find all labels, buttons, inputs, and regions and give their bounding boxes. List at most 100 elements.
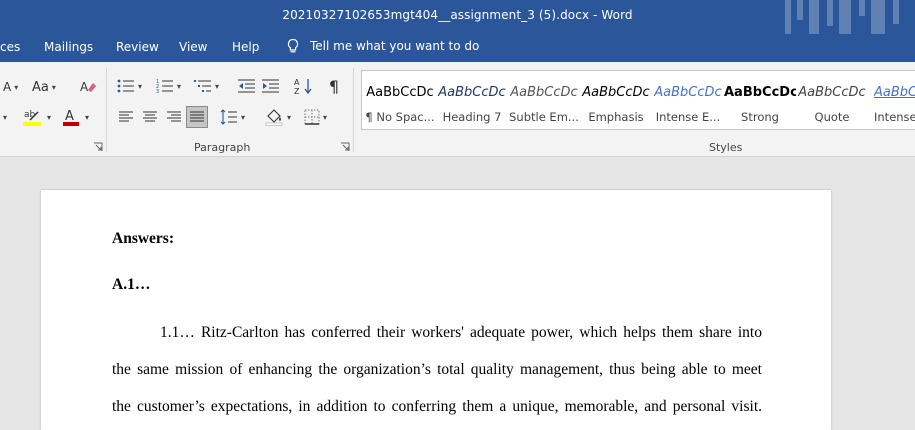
borders-button[interactable]: ▾ (304, 108, 327, 126)
style-sample: AaBbCcDc (582, 85, 650, 100)
chevron-down-icon: ▾ (323, 112, 328, 122)
svg-text:3: 3 (156, 89, 159, 94)
change-case-button[interactable]: Aa ▾ (32, 78, 56, 96)
style-intense-quote[interactable]: AaBbC Intense (868, 71, 915, 129)
chevron-down-icon: ▾ (3, 112, 8, 122)
style-intense-emphasis[interactable]: AaBbCcDc Intense E... (652, 71, 724, 129)
style-sample: AaBbC (874, 85, 915, 100)
font-size-letter: A (3, 80, 12, 94)
styles-group-label: Styles (709, 141, 743, 154)
align-center-icon (143, 111, 157, 122)
show-formatting-button[interactable]: ¶ (325, 76, 343, 96)
style-sample: AaBbCcDc (366, 85, 434, 100)
justify-icon (190, 111, 204, 122)
style-emphasis[interactable]: AaBbCcDc Emphasis (580, 71, 652, 129)
tab-help[interactable]: Help (232, 40, 259, 54)
title-decoration (785, 0, 899, 34)
ribbon: A ▾ Aa ▾ A ▾ ab ▾ A ▾ ▾ 1 2 3 ▾ ▾ A Z ¶ … (0, 62, 915, 157)
style-name: Subtle Em... (509, 110, 579, 124)
text-effects-dropdown[interactable]: ▾ (0, 108, 7, 126)
line-spacing-icon (220, 109, 237, 125)
align-right-button[interactable] (165, 108, 183, 126)
style-sample: AaBbCcDc (724, 85, 796, 100)
font-dialog-launcher-icon[interactable] (93, 142, 103, 152)
styles-gallery: AaBbCcDc ¶ No Spac... AaBbCcDc Heading 7… (361, 70, 915, 130)
tab-mailings[interactable]: Mailings (44, 40, 93, 54)
style-name: ¶ No Spac... (365, 110, 435, 124)
paragraph-group-label: Paragraph (194, 141, 251, 154)
increase-indent-button[interactable] (262, 76, 280, 96)
pilcrow-icon: ¶ (328, 76, 340, 96)
decrease-indent-button[interactable] (238, 76, 256, 96)
svg-text:A: A (294, 78, 300, 87)
bullet-list-icon (117, 79, 134, 93)
eraser-icon: A (80, 80, 96, 94)
borders-icon (304, 109, 320, 125)
shading-button[interactable]: ▾ (264, 107, 291, 127)
style-name: Emphasis (588, 110, 644, 124)
highlighter-icon: ab (23, 110, 41, 126)
style-subtle-emphasis[interactable]: AaBbCcDc Subtle Em... (508, 71, 580, 129)
sort-button[interactable]: A Z (293, 76, 315, 96)
align-left-button[interactable] (117, 108, 135, 126)
tell-me-search[interactable]: Tell me what you want to do (286, 38, 479, 54)
highlight-color-button[interactable]: ab ▾ (22, 106, 51, 128)
heading-a1: A.1… (112, 276, 151, 293)
tell-me-text: Tell me what you want to do (310, 39, 480, 53)
chevron-down-icon: ▾ (241, 112, 246, 122)
align-center-button[interactable] (141, 108, 159, 126)
tab-view[interactable]: View (179, 40, 207, 54)
chevron-down-icon: ▾ (47, 112, 52, 122)
style-sample: AaBbCcDc (654, 85, 722, 100)
style-quote[interactable]: AaBbCcDc Quote (796, 71, 868, 129)
line-spacing-button[interactable]: ▾ (220, 108, 245, 126)
indent-icon (262, 79, 279, 93)
style-name: Heading 7 (442, 110, 502, 124)
font-size-decrease-button[interactable]: A ▾ (3, 78, 18, 96)
ribbon-tabs: ces Mailings Review View Help Tell me wh… (0, 34, 915, 62)
chevron-down-icon: ▾ (177, 81, 182, 91)
justify-button[interactable] (186, 106, 208, 128)
paragraph-line: the customer’s expectations, in addition… (112, 398, 762, 415)
highlight-swatch (23, 122, 41, 126)
paragraph-line: the same mission of enhancing the organi… (112, 361, 762, 378)
multilevel-list-icon (194, 80, 211, 92)
document-page[interactable]: Answers: A.1… 1.1… Ritz-Carlton has conf… (41, 190, 831, 430)
align-right-icon (167, 111, 181, 122)
style-name: Quote (814, 110, 850, 124)
sort-icon: A Z (294, 78, 312, 95)
numbering-button[interactable]: 1 2 3 ▾ (156, 76, 181, 96)
svg-text:ab: ab (24, 110, 36, 120)
paragraph-line: 1.1… Ritz-Carlton has conferred their wo… (160, 324, 762, 341)
svg-text:A: A (65, 109, 74, 124)
change-case-label: Aa (32, 79, 49, 95)
chevron-down-icon: ▾ (287, 112, 292, 122)
chevron-down-icon: ▾ (215, 81, 220, 91)
document-canvas: Answers: A.1… 1.1… Ritz-Carlton has conf… (0, 157, 915, 430)
clear-formatting-button[interactable]: A (78, 77, 98, 97)
bullets-button[interactable]: ▾ (117, 76, 142, 96)
paint-bucket-icon (265, 109, 283, 126)
heading-answers: Answers: (112, 230, 174, 247)
tab-review[interactable]: Review (116, 40, 159, 54)
style-sample: AaBbCcDc (798, 85, 866, 100)
tab-references[interactable]: ces (0, 40, 20, 54)
svg-text:Z: Z (294, 87, 300, 95)
title-bar: 20210327102653mgt404__assignment_3 (5).d… (0, 0, 915, 34)
lightbulb-icon (287, 38, 299, 53)
style-heading-7[interactable]: AaBbCcDc Heading 7 (436, 71, 508, 129)
style-name: Intense E... (655, 110, 721, 124)
numbered-list-icon: 1 2 3 (156, 79, 173, 94)
style-no-spacing[interactable]: AaBbCcDc ¶ No Spac... (364, 71, 436, 129)
style-sample: AaBbCcDc (510, 85, 578, 100)
multilevel-list-button[interactable]: ▾ (194, 76, 219, 96)
align-left-icon (119, 111, 133, 122)
group-separator (106, 68, 107, 152)
style-name: Strong (741, 110, 779, 124)
style-strong[interactable]: AaBbCcDc Strong (724, 71, 796, 129)
font-color-button[interactable]: A ▾ (62, 106, 89, 128)
paragraph-dialog-launcher-icon[interactable] (340, 142, 350, 152)
outdent-icon (238, 79, 255, 93)
svg-text:A: A (80, 80, 89, 94)
chevron-down-icon: ▾ (14, 82, 19, 92)
